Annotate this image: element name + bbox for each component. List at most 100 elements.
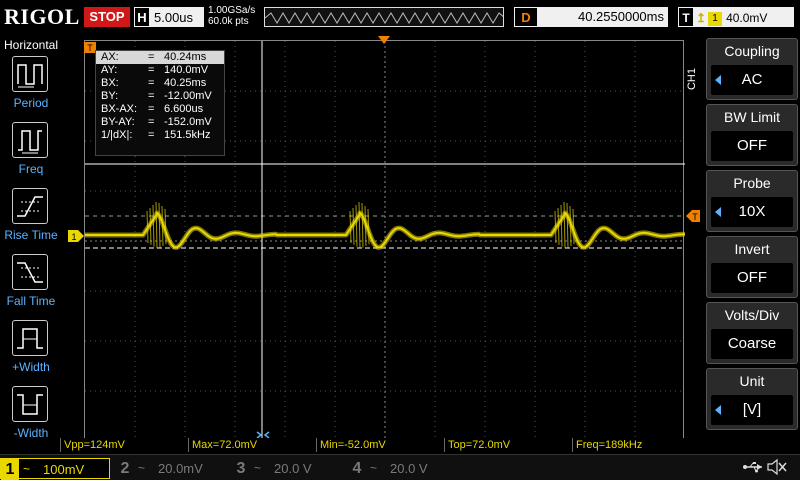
menu-invert-value: OFF [711, 263, 793, 293]
ac-coupling-icon: ~ [23, 462, 31, 476]
measure-period-label: Period [13, 96, 49, 110]
cursor-row-inverse-dx: 1/|dX|: = 151.5kHz [101, 129, 211, 141]
waveform-spike [164, 208, 167, 245]
channel1-waveform [85, 212, 685, 249]
positive-width-icon [12, 320, 48, 356]
freq-icon [12, 122, 48, 158]
arrow-left-icon [715, 75, 721, 85]
channel-3-number: 3 [236, 460, 246, 477]
channel-2-button[interactable]: 2 ~ 20.0mV [116, 458, 226, 479]
waveform-spike [560, 204, 563, 247]
waveform-spike [554, 210, 557, 244]
delay-value: 40.2550000ms [577, 9, 664, 24]
run-stop-status[interactable]: STOP [84, 7, 130, 27]
usb-icon [743, 462, 762, 473]
waveform-spike [152, 204, 155, 247]
menu-probe[interactable]: Probe 10X [706, 170, 798, 232]
menu-probe-value: 10X [711, 197, 793, 227]
menu-probe-title: Probe [733, 175, 771, 191]
measure-negative-width[interactable]: -Width [0, 386, 62, 448]
channel-1-button[interactable]: 1 ~ 100mV [0, 458, 110, 480]
timebase-value: 5.00us [154, 10, 194, 25]
measure-fall-time[interactable]: Fall Time [0, 254, 62, 316]
channel-bar: 1 ~ 100mV 2 ~ 20.0mV 3 ~ 20.0 V 4 ~ 20.0… [0, 454, 800, 480]
trigger-label: T [678, 7, 694, 27]
arrow-left-icon [715, 405, 721, 415]
trigger-level-marker[interactable]: T [686, 210, 702, 222]
channel1-marker-text: 1 [71, 232, 76, 242]
trigger-level: 40.0mV [726, 11, 768, 25]
waveform-spike [364, 205, 367, 247]
menu-unit[interactable]: Unit [V] [706, 368, 798, 430]
measure-rise-time[interactable]: Rise Time [0, 188, 62, 250]
measurement-bar: Vpp=124mV Max=72.0mV Min=-52.0mV Top=72.… [58, 438, 688, 452]
rise-time-icon [12, 188, 48, 224]
horizontal-delay[interactable]: D 40.2550000ms [514, 7, 668, 27]
waveform-spike [367, 208, 370, 245]
cursor-row-bx: BX: = 40.25ms [101, 77, 207, 89]
waveform-spike [572, 208, 575, 245]
trigger-position-marker[interactable] [376, 36, 392, 46]
menu-coupling-value: AC [711, 65, 793, 95]
horizontal-measure-panel: Horizontal Period Freq Rise Time Fall Ti… [0, 36, 62, 454]
menu-bw-limit[interactable]: BW Limit OFF [706, 104, 798, 166]
memory-waveform-overview[interactable] [264, 7, 504, 27]
ac-coupling-icon: ~ [254, 461, 262, 475]
measurement-min[interactable]: Min=-52.0mV [316, 438, 444, 452]
measure-negative-width-label: -Width [13, 426, 49, 440]
waveform-spike [352, 207, 355, 245]
waveform-spike [158, 202, 161, 248]
menu-bw-limit-title: BW Limit [724, 109, 780, 125]
measure-freq[interactable]: Freq [0, 122, 62, 184]
channel-3-button[interactable]: 3 ~ 20.0 V [232, 458, 342, 479]
fall-time-icon [12, 254, 48, 290]
menu-invert[interactable]: Invert OFF [706, 236, 798, 298]
ac-coupling-icon: ~ [370, 461, 378, 475]
measure-positive-width[interactable]: +Width [0, 320, 62, 382]
rising-edge-icon: ↥ [696, 11, 707, 25]
waveform-spike [149, 207, 152, 245]
timebase-indicator[interactable]: H 5.00us [134, 7, 204, 27]
channel-4-scale: 20.0 V [390, 461, 428, 476]
cursor-row-by: BY: = -12.00mV [101, 90, 212, 102]
channel-menu-panel: Coupling AC BW Limit OFF Probe 10X Inver… [706, 38, 800, 438]
trigger-source: 1 [708, 11, 723, 26]
waveform-spike [146, 210, 149, 244]
measure-period[interactable]: Period [0, 56, 62, 118]
origin-marker-text: T [87, 43, 93, 53]
menu-coupling[interactable]: Coupling AC [706, 38, 798, 100]
trigger-level-marker-text: T [692, 212, 698, 222]
cursor-row-ay: AY: = 140.0mV [101, 64, 209, 76]
channel-2-scale: 20.0mV [158, 461, 203, 476]
measurement-top[interactable]: Top=72.0mV [444, 438, 572, 452]
cursor-row-ax: AX: = 40.24ms [96, 51, 224, 64]
measurement-max[interactable]: Max=72.0mV [188, 438, 316, 452]
measurement-vpp[interactable]: Vpp=124mV [60, 438, 188, 452]
brand-logo: RIGOL [4, 4, 80, 29]
measure-positive-width-label: +Width [12, 360, 50, 374]
measurement-freq[interactable]: Freq=189kHz [572, 438, 686, 452]
measure-fall-time-label: Fall Time [6, 294, 56, 308]
waveform-spike [361, 202, 364, 248]
ac-coupling-icon: ~ [138, 461, 146, 475]
channel-4-number: 4 [352, 460, 362, 477]
menu-volts-div[interactable]: Volts/Div Coarse [706, 302, 798, 364]
channel-4-button[interactable]: 4 ~ 20.0 V [348, 458, 458, 479]
memory-depth: 60.0k pts [208, 16, 249, 27]
menu-unit-value: [V] [711, 395, 793, 425]
memory-overview-wave [265, 12, 503, 24]
menu-volts-div-value: Coarse [711, 329, 793, 359]
waveform-spike [557, 207, 560, 245]
channel-1-scale: 100mV [43, 462, 85, 477]
right-panel-channel-tag: CH1 [686, 68, 698, 91]
trigger-indicator[interactable]: T ↥ 1 40.0mV [678, 7, 794, 27]
speaker-muted-icon[interactable] [766, 458, 788, 476]
menu-volts-div-title: Volts/Div [724, 307, 780, 323]
menu-coupling-title: Coupling [724, 43, 780, 59]
measure-rise-time-label: Rise Time [4, 228, 58, 242]
sample-rate: 1.00GSa/s [208, 5, 256, 16]
measure-freq-label: Freq [18, 162, 44, 176]
delay-label: D [514, 7, 538, 27]
acquisition-info: 1.00GSa/s 60.0k pts [208, 5, 255, 27]
channel1-ground-marker[interactable]: 1 [68, 230, 84, 242]
